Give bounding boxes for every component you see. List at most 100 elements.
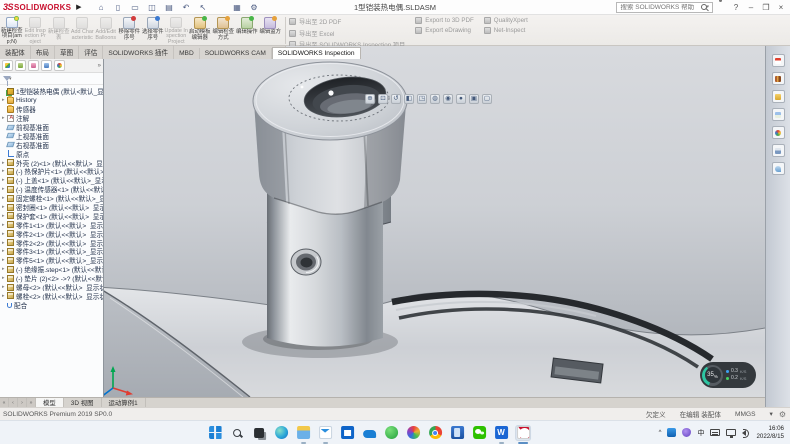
menu-expand-icon[interactable]: ▶ <box>76 3 81 11</box>
headsup-button[interactable]: ↺ <box>391 94 401 104</box>
tray-expand-icon[interactable]: ^ <box>659 430 662 436</box>
ribbon-button[interactable]: 启动模板编辑器 <box>188 15 212 46</box>
quick-access-button[interactable]: ▯ <box>113 2 124 13</box>
configurationmanager-tab[interactable] <box>28 60 39 71</box>
headsup-button[interactable]: ⊕ <box>365 94 375 104</box>
ribbon-button[interactable]: 选择零件序号 <box>141 15 165 46</box>
export-menu-item[interactable]: 导出至 2D PDF <box>289 17 405 26</box>
ribbon-button[interactable]: Add Characteristic <box>71 15 95 46</box>
task-pane-tab[interactable] <box>772 126 785 139</box>
ribbon-button[interactable]: 编辑监方 <box>259 15 283 46</box>
command-tab[interactable]: SOLIDWORKS CAM <box>200 48 272 59</box>
tree-item[interactable]: ▸ 传感器 <box>0 105 103 114</box>
help-button[interactable]: ? <box>731 3 741 12</box>
taskbar-app-button[interactable] <box>361 425 377 441</box>
quick-access-button[interactable]: ▦ <box>232 2 243 13</box>
tree-item[interactable]: ▸ 配合 <box>0 300 103 309</box>
filter-funnel-icon[interactable] <box>3 76 11 81</box>
taskbar-app-button[interactable] <box>251 425 267 441</box>
status-options-icon[interactable]: ⚙ <box>779 410 790 419</box>
tree-item[interactable]: ▸ 保护套<1> (默认<<默认>_显示状 <box>0 211 103 220</box>
headsup-button[interactable]: ▣ <box>469 94 479 104</box>
headsup-button[interactable]: ◍ <box>430 94 440 104</box>
panel-tabs-overflow-icon[interactable]: » <box>98 63 101 69</box>
task-pane-tab[interactable] <box>772 144 785 157</box>
tree-item[interactable]: ▸ 上视基准面 <box>0 131 103 140</box>
taskbar-app-button[interactable] <box>317 425 333 441</box>
tray-app-purple-icon[interactable] <box>682 428 691 437</box>
tree-item[interactable]: ▸ 固定螺栓<1> (默认<<默认>_显示状 <box>0 194 103 203</box>
displaymanager-tab[interactable] <box>54 60 65 71</box>
headsup-button[interactable]: ◳ <box>417 94 427 104</box>
restore-button[interactable]: ❐ <box>761 3 771 12</box>
quick-access-button[interactable]: ◫ <box>147 2 158 13</box>
quick-access-button[interactable]: ⚙ <box>249 2 260 13</box>
view-tab[interactable]: 3D 视图 <box>64 398 102 407</box>
hex-nut[interactable] <box>253 62 407 214</box>
headsup-button[interactable]: ⊡ <box>378 94 388 104</box>
task-pane-tab[interactable] <box>772 72 785 85</box>
view-tab[interactable]: 模型 <box>36 398 64 407</box>
taskbar-app-button[interactable] <box>273 425 289 441</box>
taskbar-clock[interactable]: 16:06 2022/8/15 <box>756 425 784 440</box>
signin-icon[interactable] <box>718 3 726 11</box>
ribbon-button[interactable]: 移除零件序号 <box>118 15 142 46</box>
graphics-viewport[interactable]: ⊕ ⊡ ↺ ◧ ◳ ◍ ◉ ● ▣ ▢ 35% <box>0 46 765 397</box>
network-icon[interactable] <box>726 429 736 436</box>
main-cylinder-body[interactable] <box>97 287 765 397</box>
task-pane-tab[interactable] <box>772 108 785 121</box>
taskbar-app-button[interactable] <box>427 425 443 441</box>
headsup-button[interactable]: ◧ <box>404 94 414 104</box>
headsup-button[interactable]: ● <box>456 94 466 104</box>
tree-item[interactable]: ▸ 螺栓<2> (默认<<默认>_显示状态 <box>0 291 103 300</box>
taskbar-app-button[interactable] <box>207 425 223 441</box>
tree-item[interactable]: ▸ 右视基准面 <box>0 140 103 149</box>
tab-scroll-prev-icon[interactable]: ‹ <box>9 398 18 407</box>
quick-access-button[interactable] <box>215 2 226 13</box>
tree-item[interactable]: ▸ 螺母<2> (默认<<默认>_显示状态 <box>0 283 103 292</box>
tree-item[interactable]: ▸ 零件1<1> (默认<<默认>_显示状态 <box>0 220 103 229</box>
touch-keyboard-icon[interactable] <box>710 429 720 436</box>
tree-item[interactable]: ▸ 零件2<2> (默认<<默认>_显示状 <box>0 238 103 247</box>
tab-scroll-last-icon[interactable]: » <box>27 398 36 407</box>
tree-item[interactable]: ▸ 零件5<1> (默认<<默认>_显示状 <box>0 256 103 265</box>
system-monitor-badge[interactable]: 35% 0.3K/S 0.2K/S <box>700 362 756 388</box>
help-search-box[interactable]: ▾ <box>616 2 713 13</box>
command-tab[interactable]: 布局 <box>31 45 55 59</box>
quick-access-button[interactable]: ⌂ <box>96 2 107 13</box>
tree-item[interactable]: ▸ 零件2<1> (默认<<默认>_显示状 <box>0 229 103 238</box>
taskbar-app-button[interactable]: W <box>493 425 509 441</box>
tab-scroll-next-icon[interactable]: › <box>18 398 27 407</box>
vertical-cylinder[interactable] <box>267 192 383 347</box>
dimxpertmanager-tab[interactable] <box>41 60 52 71</box>
command-tab[interactable]: 装配体 <box>0 45 31 59</box>
command-tab[interactable]: MBD <box>174 48 200 59</box>
command-tab[interactable]: SOLIDWORKS Inspection <box>272 47 361 59</box>
tree-item[interactable]: ▸ (-) 热保护片<1> (默认<<默认>_显 <box>0 167 103 176</box>
headsup-button[interactable]: ▢ <box>482 94 492 104</box>
tree-item[interactable]: ▸ 前视基准面 <box>0 123 103 132</box>
tree-item[interactable]: ▸ 注解 <box>0 114 103 123</box>
propertymanager-tab[interactable] <box>15 60 26 71</box>
search-icon[interactable] <box>701 4 707 10</box>
task-pane-tab[interactable] <box>772 90 785 103</box>
taskbar-app-button[interactable] <box>383 425 399 441</box>
export-menu-item[interactable]: Net-Inspect <box>484 27 528 34</box>
featuremanager-tab[interactable] <box>2 60 13 71</box>
search-input[interactable] <box>620 4 698 11</box>
taskbar-app-button[interactable] <box>229 425 245 441</box>
tree-item[interactable]: ▸ (-) 垫片 (2)<2> ->? (默认<<默认> <box>0 274 103 283</box>
command-tab[interactable]: 草图 <box>55 45 79 59</box>
tree-item[interactable]: ▸ (-) 温度传感器<1> (默认<<默认>_ <box>0 185 103 194</box>
close-button[interactable]: × <box>776 3 786 12</box>
quick-access-button[interactable]: ↖ <box>198 2 209 13</box>
task-pane-tab[interactable] <box>772 162 785 175</box>
tree-item[interactable]: ▸ 原点 <box>0 149 103 158</box>
taskbar-app-button[interactable] <box>471 425 487 441</box>
command-tab[interactable]: SOLIDWORKS 插件 <box>103 45 174 59</box>
quick-access-button[interactable]: ↶ <box>181 2 192 13</box>
quick-access-button[interactable]: ▭ <box>130 2 141 13</box>
ribbon-button[interactable]: 编辑检查方式 <box>212 15 236 46</box>
tree-item[interactable]: ▸ 1型铠装热电偶 (默认<默认_显示状态-1 <box>0 87 103 96</box>
tree-item[interactable]: ▸ 密封圈<1> (默认<<默认>_显示状 <box>0 203 103 212</box>
